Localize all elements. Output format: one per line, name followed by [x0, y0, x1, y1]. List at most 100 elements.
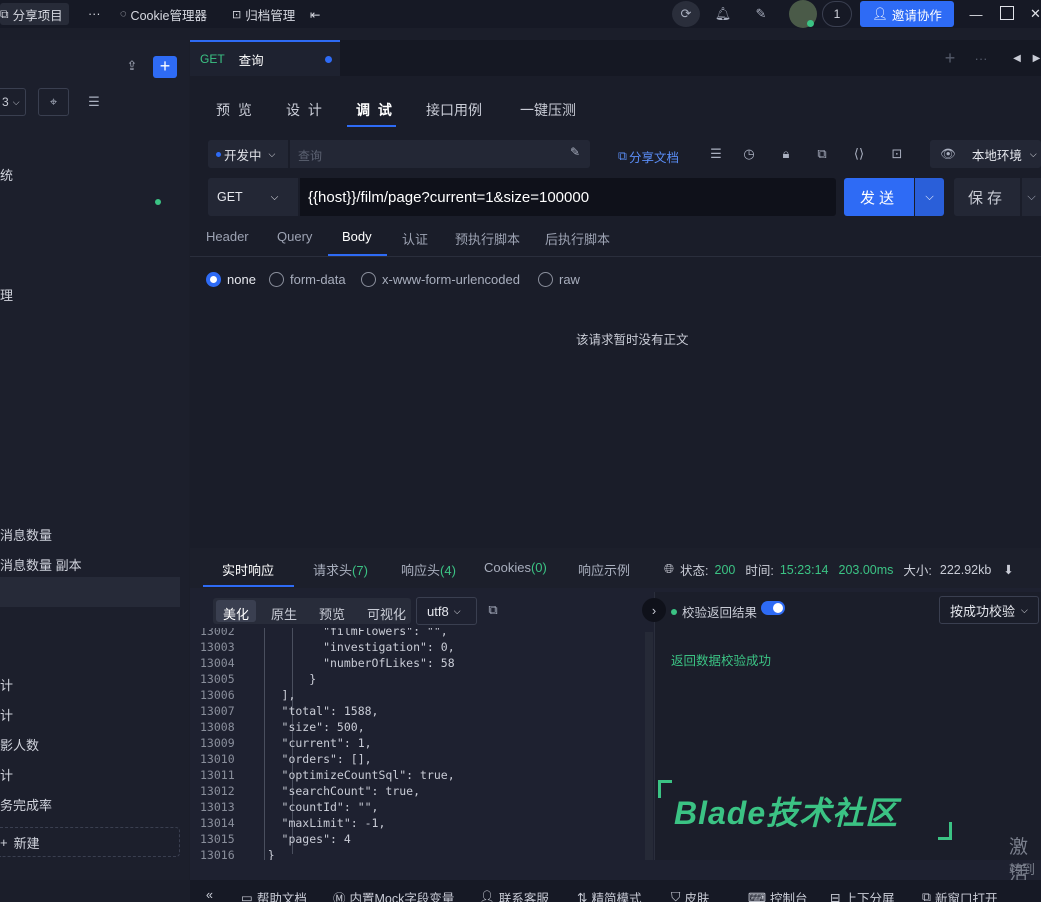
console-button[interactable]: ⌨ 控制台 [748, 888, 808, 902]
sidebar-item-selected[interactable] [0, 577, 180, 607]
more-button[interactable]: ··· [88, 0, 101, 28]
send-options-button[interactable]: ⌵ [915, 178, 944, 216]
share-doc-link[interactable]: ⧉ 分享文档 [618, 147, 679, 166]
url-input[interactable]: {{host}}/film/page?current=1&size=100000 [300, 178, 836, 216]
response-code-viewer[interactable]: 13002 "filmFlowers": "", 13003 "investiga… [190, 628, 642, 860]
export-icon[interactable]: ⊡ [889, 146, 905, 162]
body-type-none[interactable]: none [206, 272, 256, 287]
sidebar-item[interactable]: 计 [0, 705, 13, 724]
tab-more-icon[interactable]: ··· [970, 48, 992, 68]
tab-prev-icon[interactable]: ◀ [1010, 50, 1024, 66]
notification-count[interactable]: 1 [822, 1, 852, 27]
new-item-button[interactable]: + 新建 [0, 827, 180, 857]
tab-cookies[interactable]: Cookies(0) [484, 560, 547, 575]
toggle-knob [773, 603, 783, 613]
locate-icon[interactable]: ⌖ [38, 88, 69, 116]
tab-response-examples[interactable]: 响应示例 [578, 560, 630, 579]
import-icon[interactable]: ⇪ [123, 57, 141, 75]
tab-preview[interactable]: 预 览 [216, 100, 254, 120]
scrollbar[interactable] [645, 632, 653, 860]
format-beautify[interactable]: 美化 [223, 604, 249, 623]
status-select[interactable]: 开发中 ⌵ [208, 140, 288, 168]
close-icon[interactable]: ✕ [1030, 4, 1041, 24]
tab-auth[interactable]: 认证 [402, 229, 428, 248]
lock-icon[interactable]: 🔒︎ [778, 146, 794, 162]
tab-debug[interactable]: 调 试 [356, 100, 394, 120]
copy-icon[interactable]: ⧉ [814, 146, 830, 162]
sidebar-item[interactable]: 理 [0, 285, 13, 304]
new-window-button[interactable]: ⧉ 新窗口打开 [922, 888, 997, 902]
body-type-urlencoded[interactable]: x-www-form-urlencoded [361, 272, 520, 287]
tab-post-script[interactable]: 后执行脚本 [545, 229, 610, 248]
sort-icon[interactable]: ☰ [84, 92, 104, 112]
body-type-form-data[interactable]: form-data [269, 272, 346, 287]
tab-stress-test[interactable]: 一键压测 [520, 100, 576, 120]
sidebar-item[interactable]: 计 [0, 675, 13, 694]
history-icon[interactable]: ◷ [741, 146, 757, 162]
save-options-button[interactable]: ⌵ [1021, 178, 1041, 216]
sync-icon[interactable]: ⟳ [672, 1, 700, 27]
list-icon[interactable]: ☰ [708, 146, 724, 162]
sidebar-item[interactable]: 消息数量 [0, 525, 52, 544]
invite-button[interactable]: 👤︎ 邀请协作 [860, 1, 954, 27]
sidebar-item[interactable]: 影人数 [0, 735, 39, 754]
tab-test-cases[interactable]: 接口用例 [426, 100, 482, 120]
split-view-button[interactable]: ⊟ 上下分屏 [830, 888, 895, 902]
code-text: "searchCount": true, [240, 784, 421, 798]
tab-design[interactable]: 设 计 [286, 100, 324, 120]
code-text: "optimizeCountSql": true, [240, 768, 455, 782]
sidebar-env-select[interactable]: 3 ⌵ [0, 88, 26, 116]
tab-next-icon[interactable]: ▶ [1032, 50, 1041, 66]
search-input[interactable]: 查询 ✎ [290, 140, 590, 168]
unsaved-dot [325, 56, 332, 63]
edit-icon[interactable]: ✎ [570, 145, 580, 159]
tab-request-headers[interactable]: 请求头(7) [313, 560, 368, 579]
minimize-icon[interactable]: — [966, 4, 986, 24]
encoding-select[interactable]: utf8 ⌵ [416, 597, 477, 625]
code-icon[interactable]: ⟨⟩ [851, 146, 867, 162]
compact-mode-button[interactable]: ⇅ 精简模式 [577, 888, 642, 902]
sidebar-item[interactable]: 务完成率 [0, 795, 52, 814]
sidebar-item[interactable]: 计 [0, 765, 13, 784]
save-button[interactable]: 保存 [954, 178, 1020, 216]
environment-select[interactable]: 👁︎ 本地环境 ⌵ [930, 140, 1041, 168]
collapse-left-icon[interactable]: « [206, 888, 213, 902]
expand-icon[interactable]: › [642, 598, 666, 622]
tab-query-params[interactable]: Query [277, 229, 312, 244]
tab-live-response[interactable]: 实时响应 [222, 560, 274, 579]
add-tab-icon[interactable]: + [940, 48, 960, 68]
validate-label: 校验返回结果 [671, 602, 757, 621]
tab-query[interactable]: GET 查询 [190, 40, 340, 76]
copy-icon[interactable]: ⧉ [485, 602, 501, 618]
notes-icon[interactable]: ✎ [751, 4, 771, 24]
sidebar-item[interactable]: 消息数量 副本 [0, 555, 82, 574]
send-button[interactable]: 发送 [844, 178, 914, 216]
tab-header[interactable]: Header [206, 229, 249, 244]
collapse-icon[interactable]: ⇤ [310, 0, 320, 28]
archive-icon: ⊡ [232, 8, 242, 21]
split-icon: ⊟ [830, 891, 841, 902]
format-preview[interactable]: 预览 [319, 604, 345, 623]
method-select[interactable]: GET ⌵ [208, 178, 298, 216]
format-raw[interactable]: 原生 [271, 604, 297, 623]
tab-body[interactable]: Body [342, 229, 372, 244]
tab-response-headers[interactable]: 响应头(4) [401, 560, 456, 579]
help-docs-button[interactable]: ▭ 帮助文档 [241, 888, 307, 902]
line-number: 13006 [200, 688, 235, 702]
mock-icon: Ⓜ [333, 892, 346, 902]
bell-icon[interactable]: 🔔︎ [713, 4, 733, 24]
cookie-manager-button[interactable]: ◌ Cookie管理器 [120, 0, 207, 28]
validate-mode-select[interactable]: 按成功校验 ⌵ [939, 596, 1039, 624]
sidebar-item[interactable]: 统 [0, 165, 13, 184]
maximize-icon[interactable] [1000, 6, 1014, 20]
support-button[interactable]: 👤︎ 联系客服 [479, 888, 549, 902]
skin-button[interactable]: ⛉ 皮肤 [671, 888, 709, 902]
format-visualize[interactable]: 可视化 [367, 604, 406, 623]
share-project-button[interactable]: ⧉ 分享项目 [0, 3, 69, 25]
add-button[interactable]: + [153, 56, 177, 78]
download-icon[interactable]: ⬇ [1003, 562, 1013, 577]
mock-fields-button[interactable]: Ⓜ 内置Mock字段变量 [333, 888, 454, 902]
body-type-raw[interactable]: raw [538, 272, 580, 287]
tab-pre-script[interactable]: 预执行脚本 [455, 229, 520, 248]
archive-manager-button[interactable]: ⊡ 归档管理 [232, 0, 295, 28]
